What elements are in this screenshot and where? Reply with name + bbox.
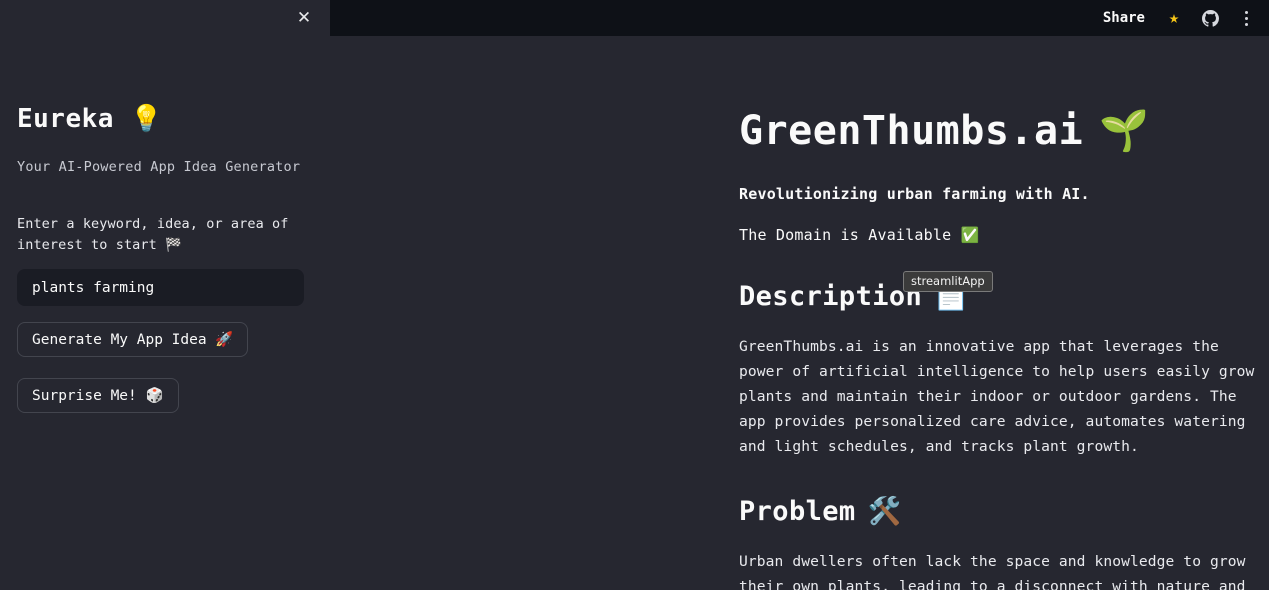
app-content: GreenThumbs.ai 🌱 Revolutionizing urban f… (330, 36, 1269, 590)
seedling-icon: 🌱 (1099, 108, 1150, 154)
app-root: ✕ Eureka 💡 Your AI-Powered App Idea Gene… (0, 0, 1269, 590)
domain-status: The Domain is Available ✅ (739, 226, 980, 244)
sidebar-body: Eureka 💡 Your AI-Powered App Idea Genera… (0, 104, 330, 413)
share-button[interactable]: Share (1095, 6, 1153, 30)
streamlit-toolbar: Share ★ (330, 0, 1269, 36)
keyword-input-label: Enter a keyword, idea, or area of intere… (17, 216, 289, 253)
tools-icon: 🛠️ (867, 496, 902, 527)
close-sidebar-icon[interactable]: ✕ (292, 6, 316, 30)
sidebar-title: Eureka 💡 (17, 104, 163, 134)
menu-dot (1244, 16, 1248, 20)
section-heading-text: Description (739, 280, 923, 312)
overflow-menu-icon[interactable] (1231, 3, 1261, 33)
sidebar-subtitle: Your AI-Powered App Idea Generator (17, 159, 301, 175)
menu-dot (1244, 10, 1248, 14)
github-icon[interactable] (1195, 3, 1225, 33)
menu-dot (1244, 22, 1248, 26)
keyword-input[interactable] (17, 269, 304, 306)
star-icon[interactable]: ★ (1159, 3, 1189, 33)
app-title-text: GreenThumbs.ai (739, 108, 1084, 154)
main-panel: Share ★ GreenThumbs.ai 🌱 Revolutionizing… (330, 0, 1269, 590)
app-tagline: Revolutionizing urban farming with AI. (739, 185, 1090, 203)
page-icon: 📄 (934, 281, 969, 312)
section-heading-text: Problem (739, 495, 856, 527)
section-heading-description: Description 📄 (739, 280, 1269, 313)
section-heading-problem: Problem 🛠️ (739, 495, 1269, 528)
section-body-description: GreenThumbs.ai is an innovative app that… (739, 338, 1255, 455)
section-body-problem: Urban dwellers often lack the space and … (739, 553, 1246, 590)
generate-app-idea-button[interactable]: Generate My App Idea 🚀 (17, 322, 249, 357)
surprise-me-button[interactable]: Surprise Me! 🎲 (17, 378, 179, 413)
app-title: GreenThumbs.ai 🌱 (739, 108, 1269, 154)
sidebar: ✕ Eureka 💡 Your AI-Powered App Idea Gene… (0, 0, 330, 590)
